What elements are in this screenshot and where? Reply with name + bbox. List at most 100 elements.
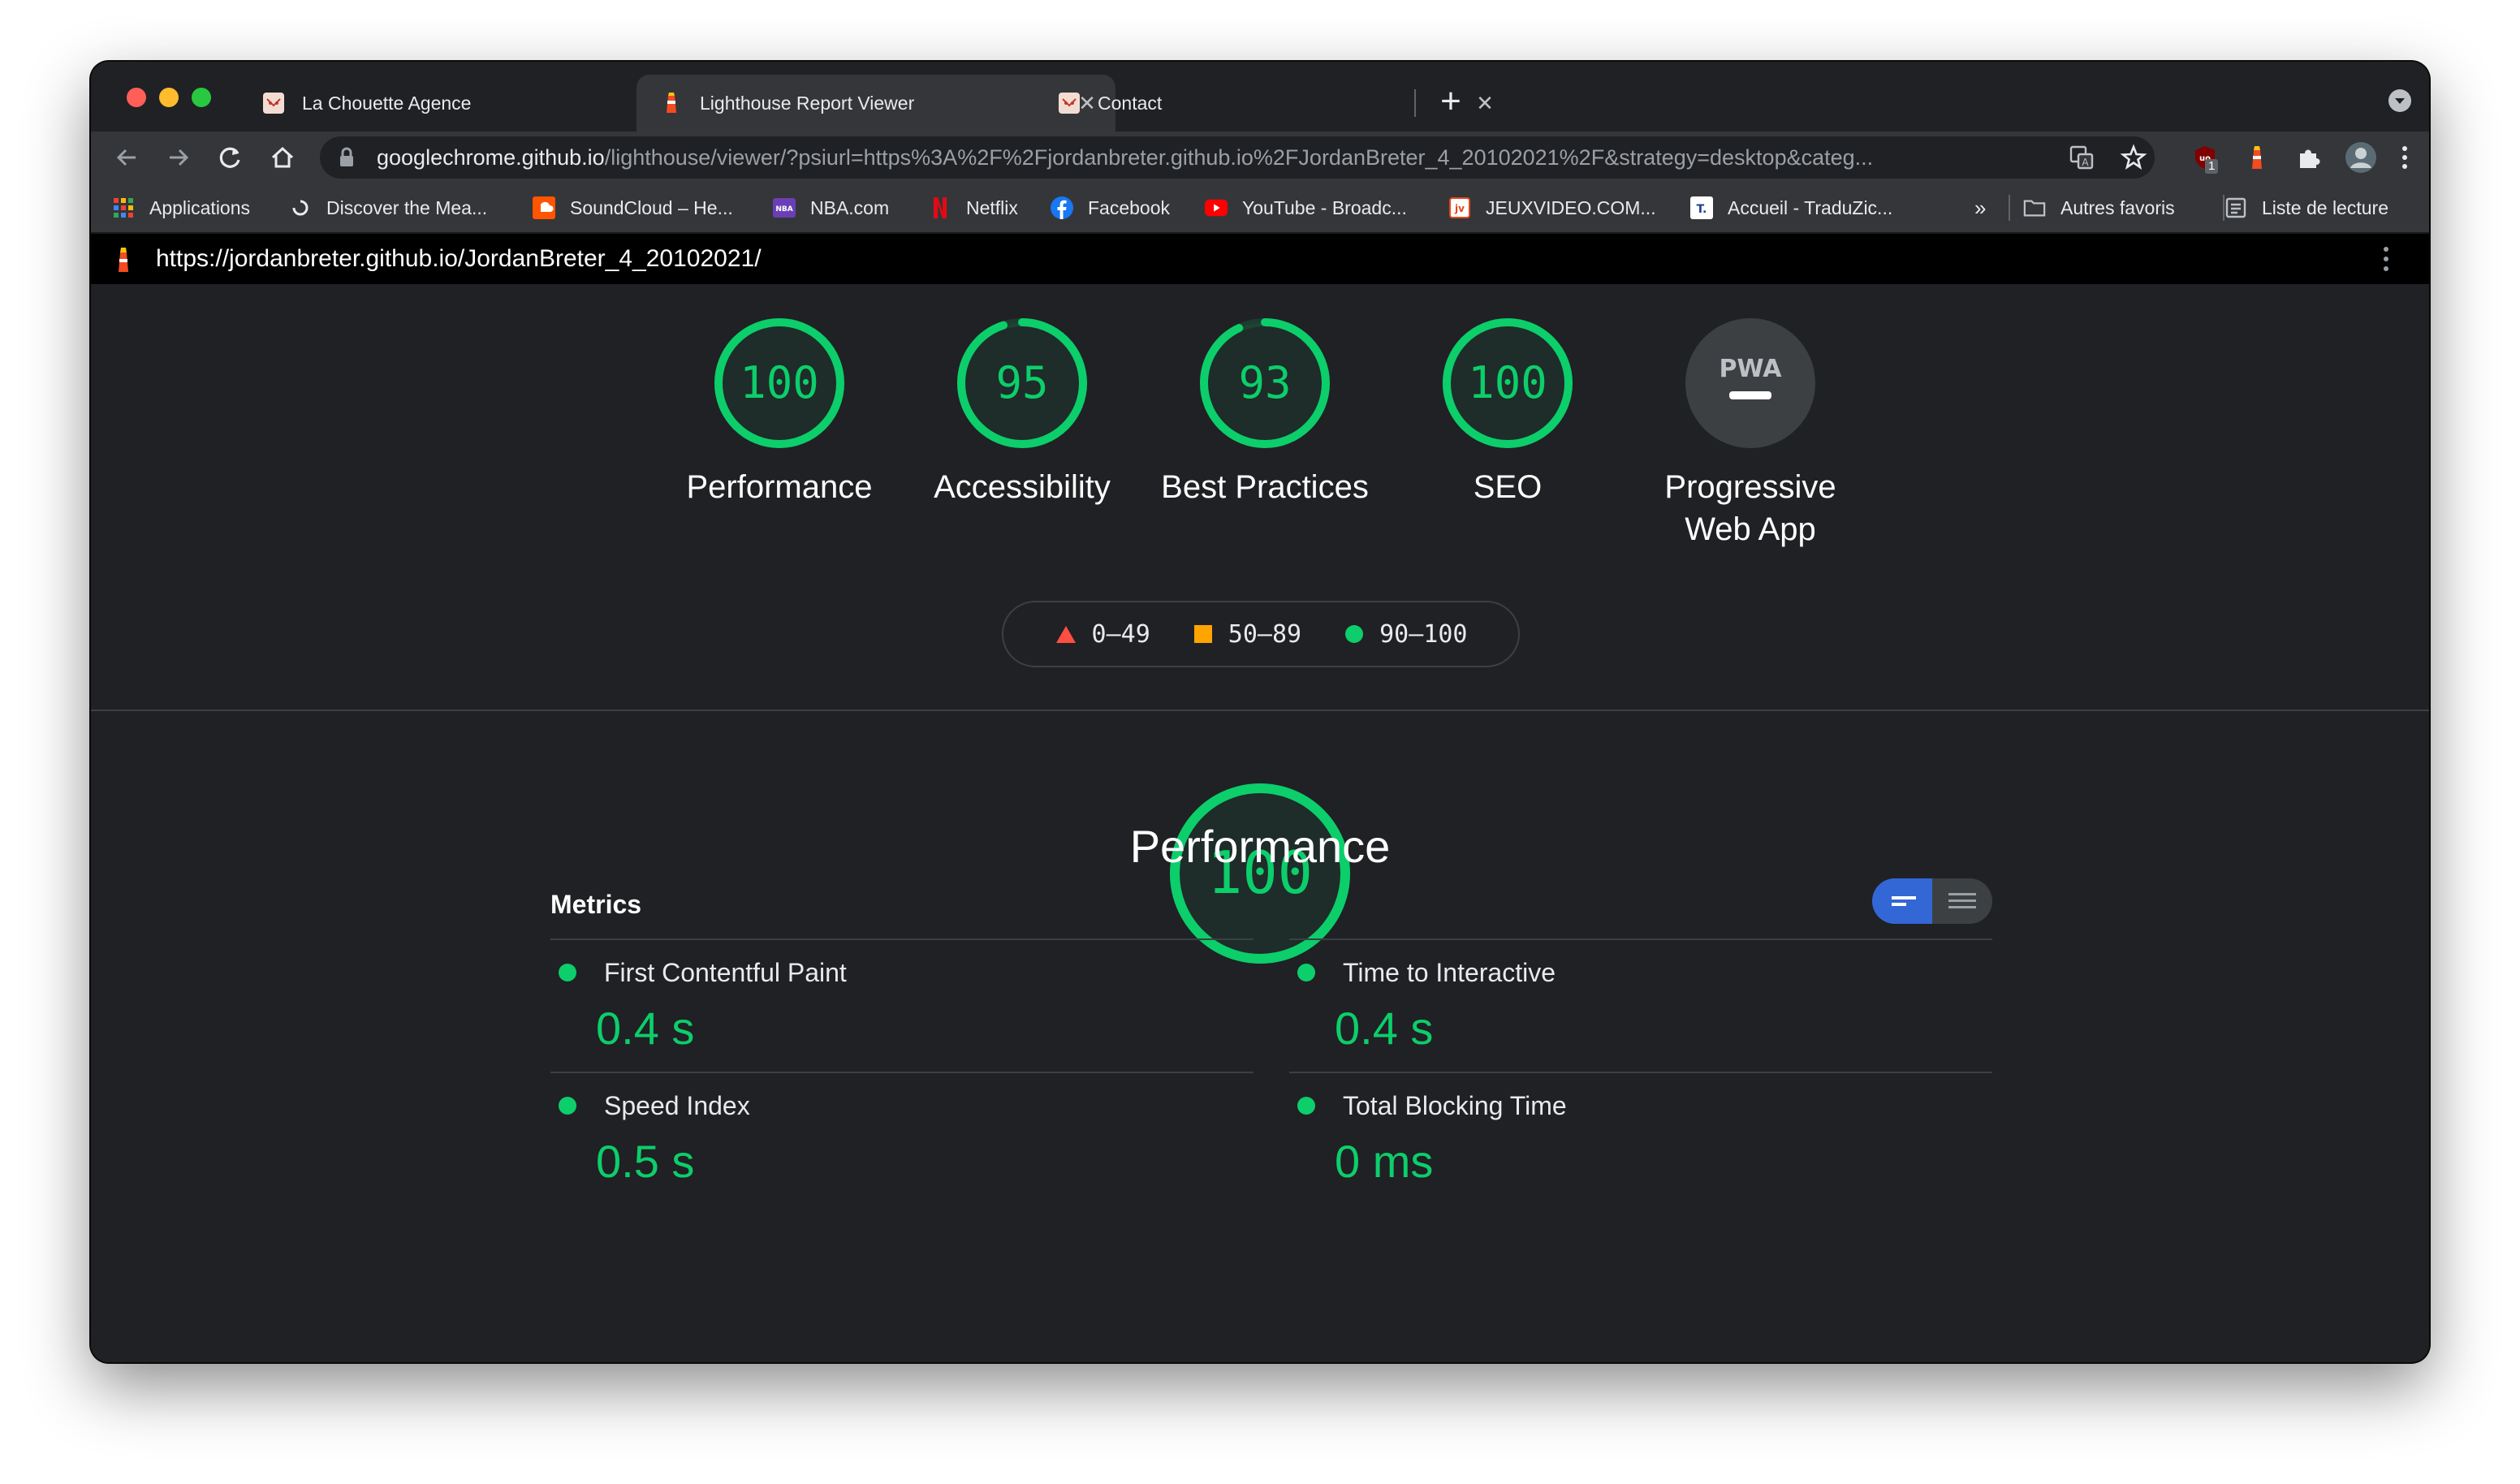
tab-title: La Chouette Agence	[302, 92, 472, 114]
svg-text:A: A	[2082, 157, 2089, 168]
tab-title: Lighthouse Report Viewer	[700, 92, 915, 114]
score-gauge: 95	[957, 318, 1087, 448]
gauge-label: Progressive Web App	[1664, 469, 1836, 547]
bookmark-applications[interactable]: Applications	[112, 183, 250, 232]
metric-value: 0.4 s	[1335, 1003, 1434, 1054]
performance-title: Performance	[1129, 821, 1391, 872]
gauge-accessibility[interactable]: 95 Accessibility	[900, 312, 1144, 508]
pass-dot-icon	[1297, 964, 1315, 981]
svg-text:100: 100	[1468, 357, 1547, 408]
metrics-divider	[550, 1072, 1254, 1073]
svg-text:95: 95	[995, 357, 1048, 408]
bookmark-facebook[interactable]: Facebook	[1051, 183, 1170, 232]
bookmark-netflix[interactable]: Netflix	[929, 183, 1018, 232]
bookmark-jeuxvideo[interactable]: jv JEUXVIDEO.COM...	[1448, 183, 1656, 232]
lighthouse-icon	[112, 245, 135, 278]
reading-list-icon	[2224, 196, 2247, 219]
gauge-performance[interactable]: 100 Performance	[658, 312, 901, 508]
profile-avatar-button[interactable]	[2345, 141, 2377, 174]
owl-logo-icon	[1057, 91, 1081, 115]
home-button[interactable]	[266, 141, 299, 174]
ublock-extension-button[interactable]: uo 1	[2189, 141, 2221, 174]
bookmark-discover[interactable]: Discover the Mea...	[289, 183, 487, 232]
score-gauge: 93	[1200, 318, 1330, 448]
bookmark-label: SoundCloud – He...	[570, 196, 733, 218]
metrics-divider	[1289, 938, 1992, 940]
extensions-button[interactable]	[2293, 141, 2325, 174]
tab-strip: La Chouette Agence ✕ Lighthouse Report V…	[91, 62, 2429, 132]
folder-icon	[2023, 196, 2046, 219]
report-content: 100 Performance 95 Accessibility 93 Best…	[91, 284, 2429, 1362]
bookmark-star-button[interactable]	[2117, 141, 2150, 174]
translate-icon: A	[2069, 145, 2094, 170]
score-gauge: 100	[1443, 318, 1573, 448]
chevron-down-icon	[2395, 98, 2405, 104]
facebook-icon	[1051, 196, 1073, 219]
new-tab-button[interactable]: +	[1430, 83, 1471, 123]
bookmark-other-favorites[interactable]: Autres favoris	[2023, 183, 2175, 232]
report-menu-button[interactable]	[2382, 245, 2390, 277]
home-icon	[271, 146, 294, 168]
legend-fail: 0–49	[1055, 620, 1150, 649]
browser-menu-button[interactable]	[2388, 141, 2421, 174]
puzzle-piece-icon	[2300, 149, 2320, 168]
traduzic-icon: T.	[1690, 196, 1713, 219]
bookmark-label: Discover the Mea...	[326, 196, 488, 218]
translate-button[interactable]: A	[2065, 141, 2098, 174]
close-window-button[interactable]	[127, 88, 146, 107]
bookmark-label: Liste de lecture	[2262, 196, 2388, 218]
score-gauge: 100	[714, 318, 844, 448]
lines-short-icon	[1892, 896, 1916, 906]
kebab-menu-icon	[2402, 146, 2407, 169]
circle-icon	[1345, 625, 1364, 643]
bookmark-label: NBA.com	[810, 196, 890, 218]
toggle-compact-view[interactable]	[1872, 878, 1932, 924]
soundcloud-icon	[533, 196, 555, 219]
forward-button[interactable]	[162, 141, 195, 174]
metrics-view-toggle[interactable]	[1872, 878, 1992, 924]
lighthouse-extension-button[interactable]	[2241, 141, 2273, 174]
spinner-logo-icon	[289, 196, 312, 219]
metrics-divider	[1289, 1072, 1992, 1073]
report-url-bar: https://jordanbreter.github.io/JordanBre…	[91, 234, 2429, 284]
bookmarks-separator	[2009, 195, 2010, 221]
reload-button[interactable]	[214, 141, 247, 174]
lock-icon	[338, 147, 362, 168]
bookmark-soundcloud[interactable]: SoundCloud – He...	[533, 183, 733, 232]
metrics-heading: Metrics	[550, 890, 642, 919]
svg-text:NBA: NBA	[775, 205, 792, 214]
lighthouse-icon	[2252, 146, 2262, 169]
pwa-badge-text: PWA	[1720, 355, 1783, 383]
svg-text:T.: T.	[1697, 203, 1707, 216]
pwa-badge-icon: PWA	[1685, 318, 1815, 448]
gauge-pwa[interactable]: PWA Progressive Web App	[1629, 312, 1872, 550]
star-icon	[2120, 144, 2147, 170]
bookmark-label: Accueil - TraduZic...	[1728, 196, 1893, 218]
avatar	[2345, 142, 2376, 173]
bookmarks-overflow-button[interactable]: »	[1974, 183, 1986, 232]
tab-search-button[interactable]	[2388, 89, 2411, 112]
metric-value: 0.4 s	[596, 1003, 695, 1054]
reading-list-button[interactable]: Liste de lecture	[2224, 183, 2388, 232]
gauge-seo[interactable]: 100 SEO	[1386, 312, 1629, 508]
kebab-menu-icon	[2384, 247, 2388, 271]
zoom-window-button[interactable]	[192, 88, 211, 107]
owl-logo-icon	[261, 91, 286, 115]
close-tab-icon[interactable]: ✕	[1473, 91, 1497, 116]
pass-dot-icon	[1297, 1097, 1315, 1115]
bookmark-nba[interactable]: NBA NBA.com	[773, 183, 889, 232]
toggle-expanded-view[interactable]	[1932, 878, 1992, 924]
address-bar[interactable]: googlechrome.github.io/lighthouse/viewer…	[320, 136, 2155, 179]
bookmark-label: Netflix	[966, 196, 1018, 218]
bookmark-traduzic[interactable]: T. Accueil - TraduZic...	[1690, 183, 1892, 232]
legend-pass: 90–100	[1344, 620, 1467, 649]
back-button[interactable]	[110, 141, 143, 174]
tab-title: Contact	[1098, 92, 1163, 114]
bookmark-label: Autres favoris	[2060, 196, 2175, 218]
bookmark-youtube[interactable]: YouTube - Broadc...	[1205, 183, 1407, 232]
minimize-window-button[interactable]	[159, 88, 179, 107]
performance-score-gauge: 100	[1167, 781, 1353, 970]
apps-grid-icon	[112, 196, 135, 219]
nba-icon: NBA	[773, 196, 796, 219]
gauge-best-practices[interactable]: 93 Best Practices	[1143, 312, 1387, 508]
